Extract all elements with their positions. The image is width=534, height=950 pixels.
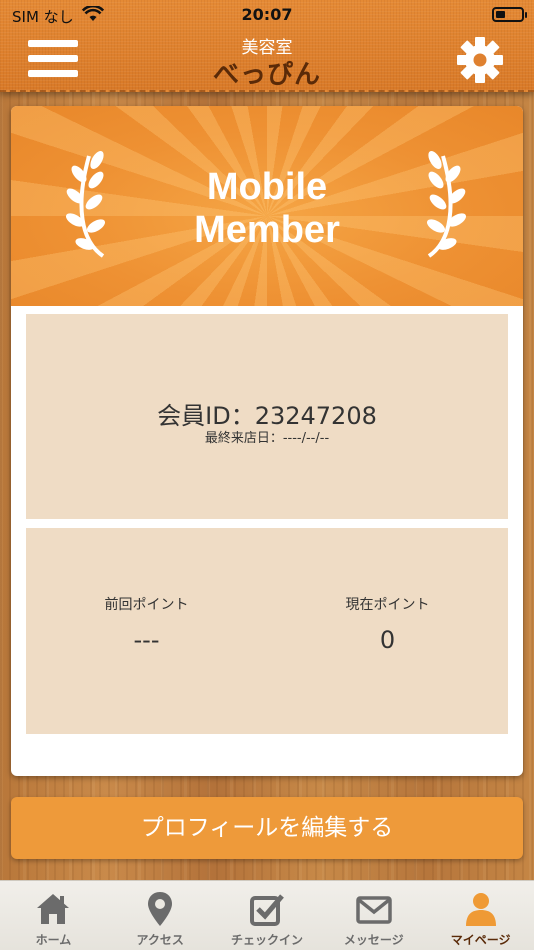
member-id-panel: 会員ID：23247208 最終来店日：----/--/-- [26, 314, 508, 519]
envelope-icon [356, 896, 392, 924]
home-icon [37, 894, 70, 924]
member-card: Mobile Member 会員ID：23247208 最終来店日：----/-… [11, 106, 523, 776]
tab-label: チェックイン [230, 933, 303, 947]
app-header: SIM なし 20:07 美容室 べっぴん [0, 0, 534, 92]
tab-bar: ホーム アクセス チェックイン メッセージ マイページ [0, 880, 534, 950]
tab-checkin[interactable]: チェックイン [214, 881, 321, 950]
current-points-label: 現在ポイント [345, 597, 430, 613]
current-points-value: 0 [379, 626, 396, 654]
tab-label: アクセス [136, 933, 184, 947]
clock: 20:07 [241, 5, 293, 24]
current-points: 現在ポイント 0 [267, 594, 508, 654]
checkbox-icon [249, 894, 284, 926]
previous-points: 前回ポイント --- [26, 594, 267, 654]
laurel-icon [426, 150, 467, 258]
tab-access[interactable]: アクセス [107, 881, 214, 950]
tab-message[interactable]: メッセージ [320, 881, 427, 950]
tab-mypage[interactable]: マイページ [427, 881, 534, 950]
last-visit-date: 最終来店日：----/--/-- [204, 431, 330, 446]
shop-name: べっぴん [212, 60, 321, 90]
map-pin-icon [148, 892, 173, 926]
user-icon [465, 893, 496, 926]
points-panel: 前回ポイント --- 現在ポイント 0 [26, 528, 508, 734]
battery-icon [492, 7, 527, 22]
status-bar: SIM なし 20:07 [0, 0, 534, 30]
member-id: 会員ID：23247208 [157, 402, 377, 430]
tab-label: メッセージ [343, 933, 404, 947]
tab-label: マイページ [450, 933, 511, 947]
previous-points-label: 前回ポイント [104, 597, 189, 613]
tab-label: ホーム [35, 933, 72, 947]
edit-profile-button[interactable]: プロフィールを編集する [11, 797, 523, 859]
gear-icon[interactable] [455, 35, 505, 85]
tab-home[interactable]: ホーム [0, 881, 107, 950]
member-banner: Mobile Member [11, 106, 523, 306]
previous-points-value: --- [133, 626, 160, 654]
